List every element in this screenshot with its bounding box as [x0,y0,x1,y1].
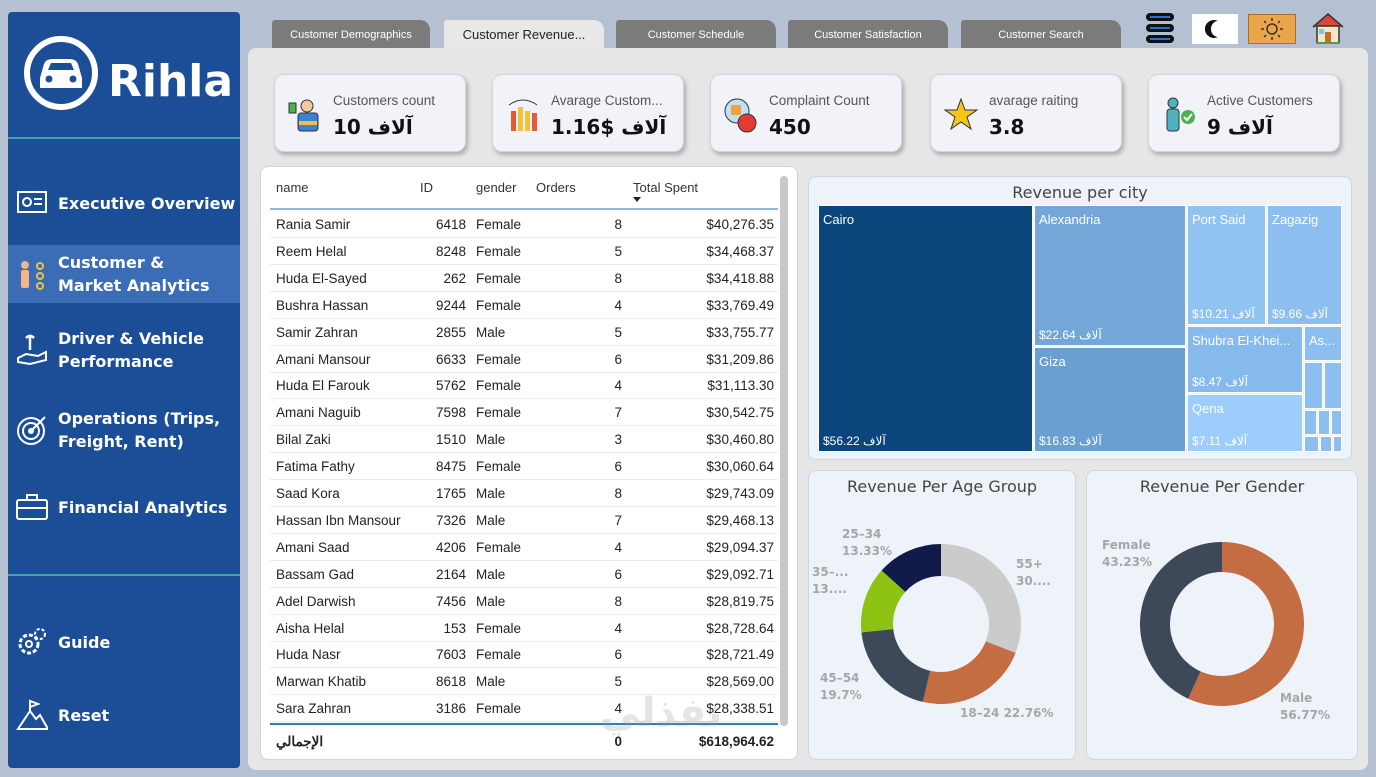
data-label-text: 18–24 22.76% [960,706,1054,720]
donut-data-label: Male 56.77% [1280,690,1330,724]
donut-slice-18-24[interactable] [922,641,1016,704]
data-label-text: Female 43.23% [1102,538,1152,569]
donut-data-label: 25–34 13.33% [842,526,892,560]
data-label-text: 55+ 30.... [1016,557,1051,588]
donut-data-label: 45–54 19.7% [820,670,862,704]
donut-slice-55-[interactable] [941,544,1021,653]
data-label-text: Male 56.77% [1280,691,1330,722]
donut-data-label: 35–... 13.... [812,564,848,598]
donut-slice-45-54[interactable] [861,628,931,702]
donut-data-label: Female 43.23% [1102,537,1152,571]
data-label-text: 35–... 13.... [812,565,849,596]
donut-charts [861,542,1304,707]
data-label-text: 45–54 19.7% [820,671,862,702]
donut-data-label: 18–24 22.76% [960,705,1054,722]
donut-data-label: 55+ 30.... [1016,556,1051,590]
data-label-text: 25–34 13.33% [842,527,892,558]
